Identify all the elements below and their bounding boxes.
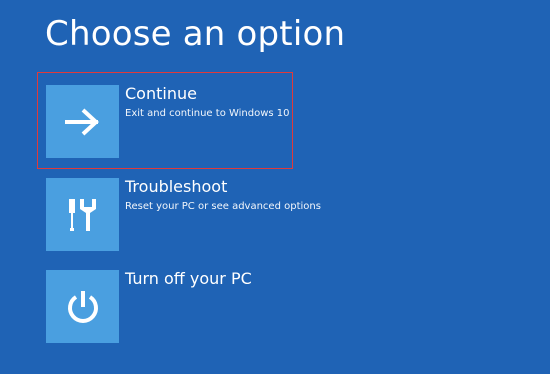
continue-label: Continue: [125, 84, 197, 103]
turn-off-tile[interactable]: [46, 270, 119, 343]
troubleshoot-tile[interactable]: [46, 178, 119, 251]
power-icon: [67, 290, 98, 323]
page-title: Choose an option: [45, 14, 346, 54]
continue-description: Exit and continue to Windows 10: [125, 108, 290, 119]
troubleshoot-label: Troubleshoot: [125, 177, 228, 196]
continue-option[interactable]: Continue Exit and continue to Windows 10: [46, 85, 306, 159]
tools-icon: [68, 198, 96, 231]
arrow-right-icon: [64, 108, 99, 135]
continue-tile[interactable]: [46, 85, 119, 158]
troubleshoot-description: Reset your PC or see advanced options: [125, 201, 321, 212]
turn-off-option[interactable]: Turn off your PC: [46, 270, 306, 344]
troubleshoot-option[interactable]: Troubleshoot Reset your PC or see advanc…: [46, 177, 321, 252]
turn-off-label: Turn off your PC: [125, 269, 252, 288]
